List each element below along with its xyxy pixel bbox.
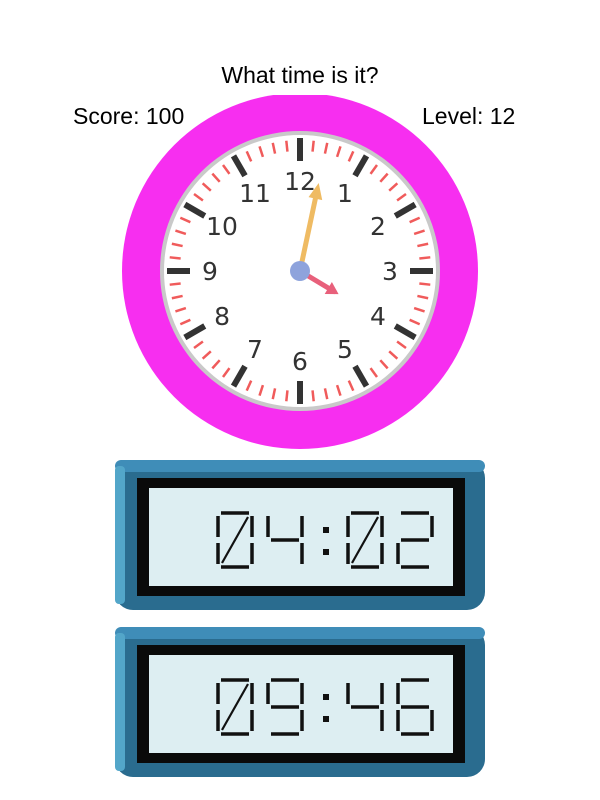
answer-option-2[interactable]: 09:46 xyxy=(113,625,487,779)
clock-center-cap xyxy=(290,261,310,281)
question-text: What time is it? xyxy=(221,62,379,88)
lcd-colon-dot xyxy=(323,694,329,700)
clock-number: 8 xyxy=(214,302,230,331)
clock-number: 6 xyxy=(292,347,308,376)
game-stage: What time is it? Score: 100 Level: 12 12… xyxy=(0,0,600,800)
lcd-body-side xyxy=(115,466,125,604)
minute-tick xyxy=(169,282,181,286)
minute-tick xyxy=(311,140,315,152)
lcd-colon-dot xyxy=(323,549,329,555)
minute-tick xyxy=(285,390,289,402)
lcd-body-highlight xyxy=(115,627,485,639)
lcd-time-text: 09:46 xyxy=(301,774,304,776)
clock-number: 7 xyxy=(247,335,263,364)
lcd-colon-dot xyxy=(323,716,329,722)
clock-number: 10 xyxy=(206,212,238,241)
minute-tick xyxy=(311,390,315,402)
lcd-time-text: 04:02 xyxy=(301,607,304,609)
digital-clock-display: 09:46 xyxy=(115,627,485,777)
clock-number: 12 xyxy=(284,167,316,196)
clock-number: 4 xyxy=(370,302,386,331)
lcd-body-highlight xyxy=(115,460,485,472)
clock-number: 2 xyxy=(370,212,386,241)
clock-number: 9 xyxy=(202,257,218,286)
clock-number: 5 xyxy=(337,335,353,364)
clock-number: 1 xyxy=(337,179,353,208)
minute-tick xyxy=(285,140,289,152)
clock-number: 3 xyxy=(382,257,398,286)
minute-tick xyxy=(419,282,431,286)
lcd-colon-dot xyxy=(323,527,329,533)
digital-clock-display: 04:02 xyxy=(115,460,485,610)
analog-clock: 12 1 2 3 4 5 6 7 8 9 10 11 xyxy=(120,93,480,455)
minute-tick xyxy=(419,256,431,260)
clock-number: 11 xyxy=(239,179,271,208)
analog-clock-face: 12 12 3 45678 9 1011 xyxy=(122,93,478,449)
minute-tick xyxy=(169,256,181,260)
lcd-body-side xyxy=(115,633,125,771)
answer-option-1[interactable]: 04:02 xyxy=(113,458,487,612)
